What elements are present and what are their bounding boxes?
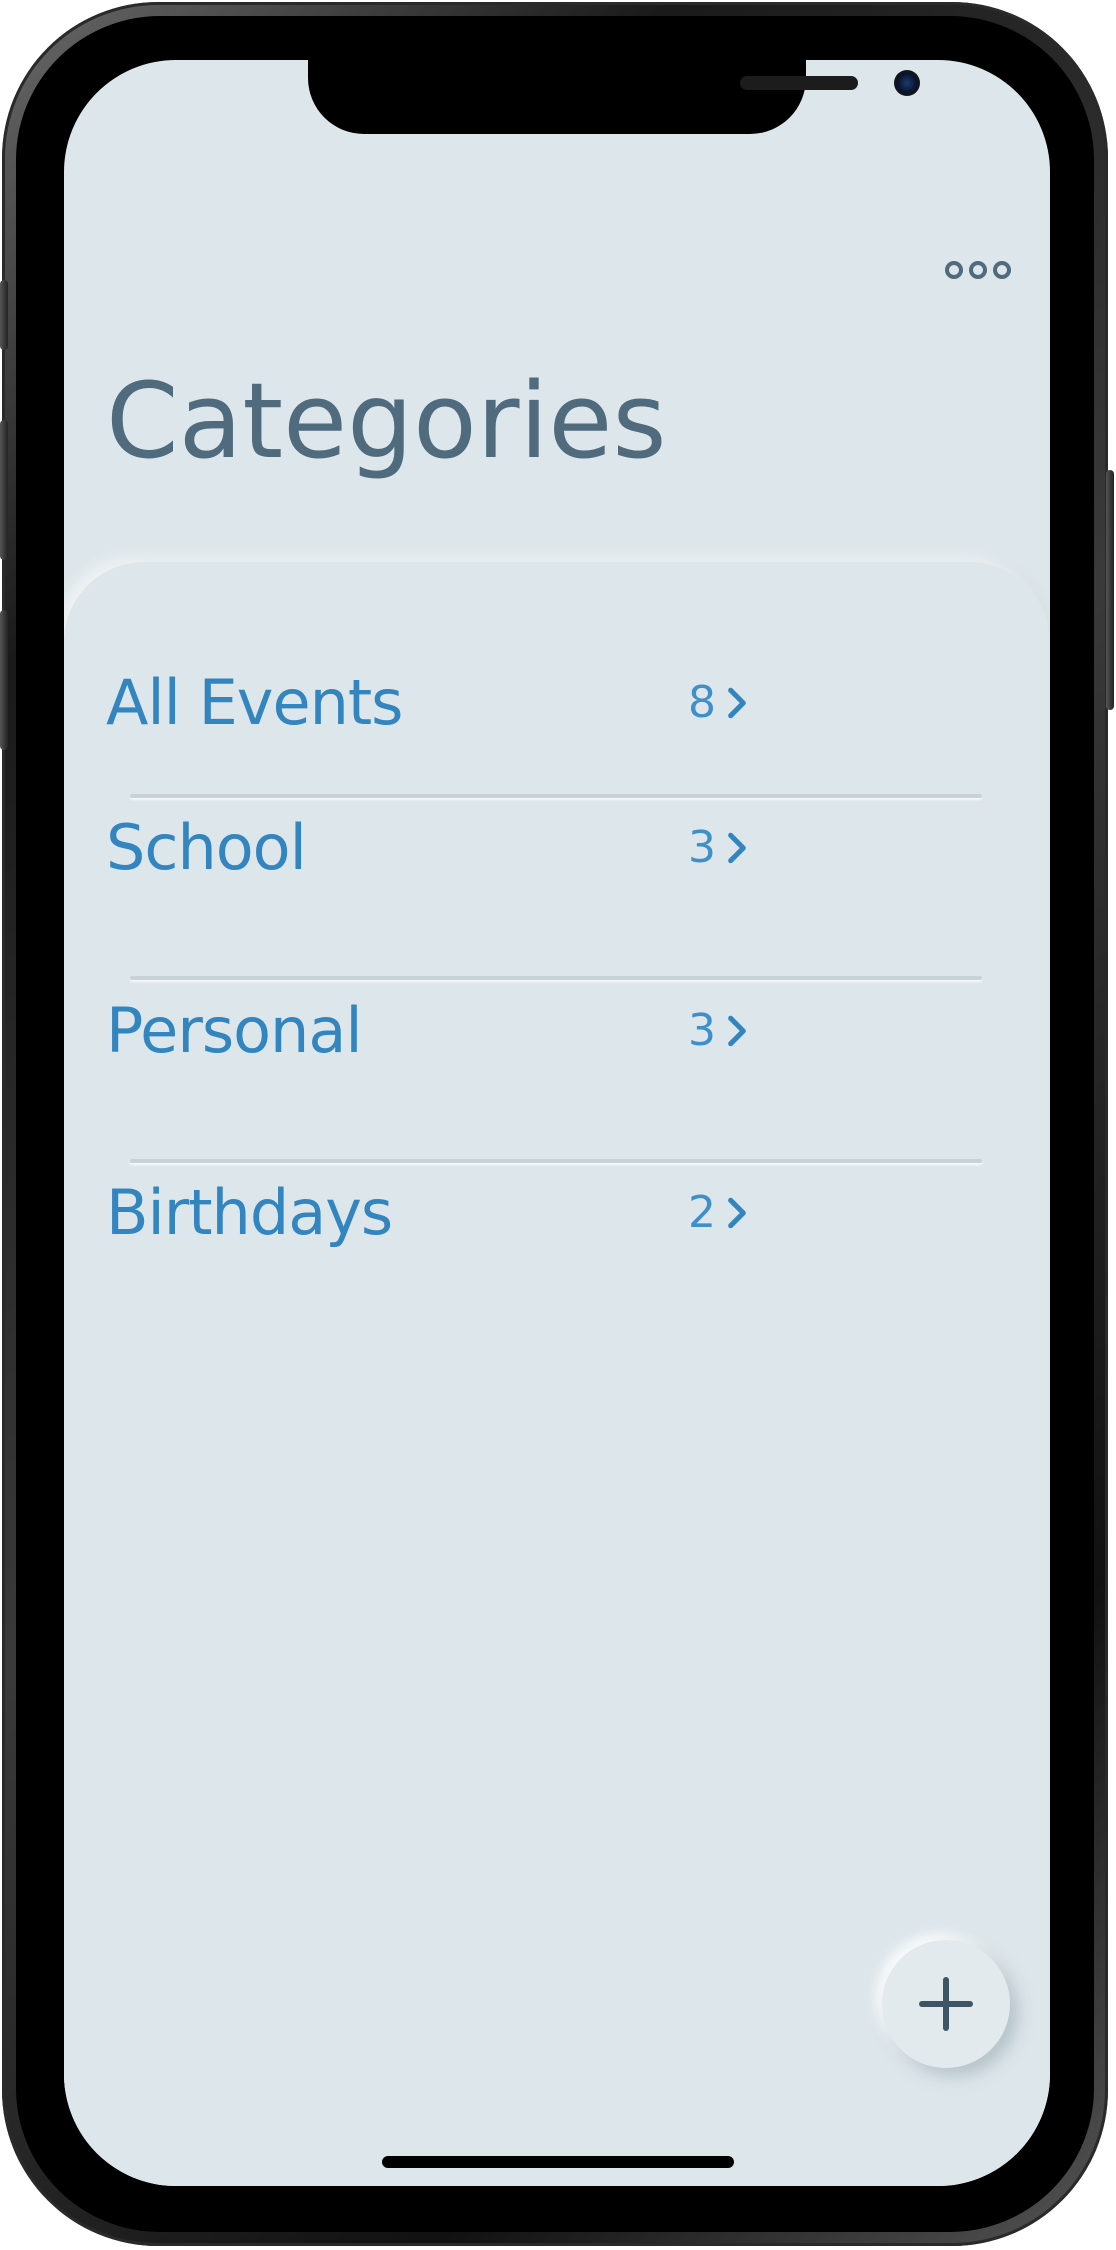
chevron-right-icon xyxy=(728,1015,746,1047)
more-options-button[interactable] xyxy=(938,250,1018,290)
chevron-right-icon xyxy=(728,1197,746,1229)
list-item-birthdays[interactable]: Birthdays 2 xyxy=(106,1158,1046,1268)
plus-icon xyxy=(919,1977,973,2031)
list-item-count: 3 xyxy=(688,822,716,873)
more-options-icon xyxy=(969,261,987,279)
camera-lens xyxy=(894,70,920,96)
list-item-school[interactable]: School 3 xyxy=(106,793,1046,903)
list-item-count: 2 xyxy=(688,1187,716,1238)
more-options-icon xyxy=(993,261,1011,279)
side-button-volume-down xyxy=(0,610,8,750)
side-button-mute xyxy=(0,280,8,350)
list-item-all-events[interactable]: All Events 8 xyxy=(106,648,1046,758)
chevron-right-icon xyxy=(728,832,746,864)
chevron-right-icon xyxy=(728,687,746,719)
categories-list: All Events 8 School 3 Personal 3 Birthda… xyxy=(64,562,1050,2186)
side-button-power xyxy=(1106,470,1114,710)
home-indicator[interactable] xyxy=(382,2156,734,2168)
side-button-volume-up xyxy=(0,420,8,560)
list-item-count: 8 xyxy=(688,677,716,728)
list-item-label: All Events xyxy=(106,666,403,739)
app-screen: Categories All Events 8 School 3 Persona… xyxy=(64,60,1050,2186)
speaker-grille xyxy=(740,76,858,90)
list-item-label: Personal xyxy=(106,994,363,1067)
list-item-label: School xyxy=(106,811,307,884)
add-category-button[interactable] xyxy=(882,1940,1010,2068)
notch xyxy=(308,60,920,134)
list-item-label: Birthdays xyxy=(106,1176,393,1249)
page-title: Categories xyxy=(106,360,667,482)
list-item-count: 3 xyxy=(688,1005,716,1056)
list-item-personal[interactable]: Personal 3 xyxy=(106,976,1046,1086)
more-options-icon xyxy=(945,261,963,279)
